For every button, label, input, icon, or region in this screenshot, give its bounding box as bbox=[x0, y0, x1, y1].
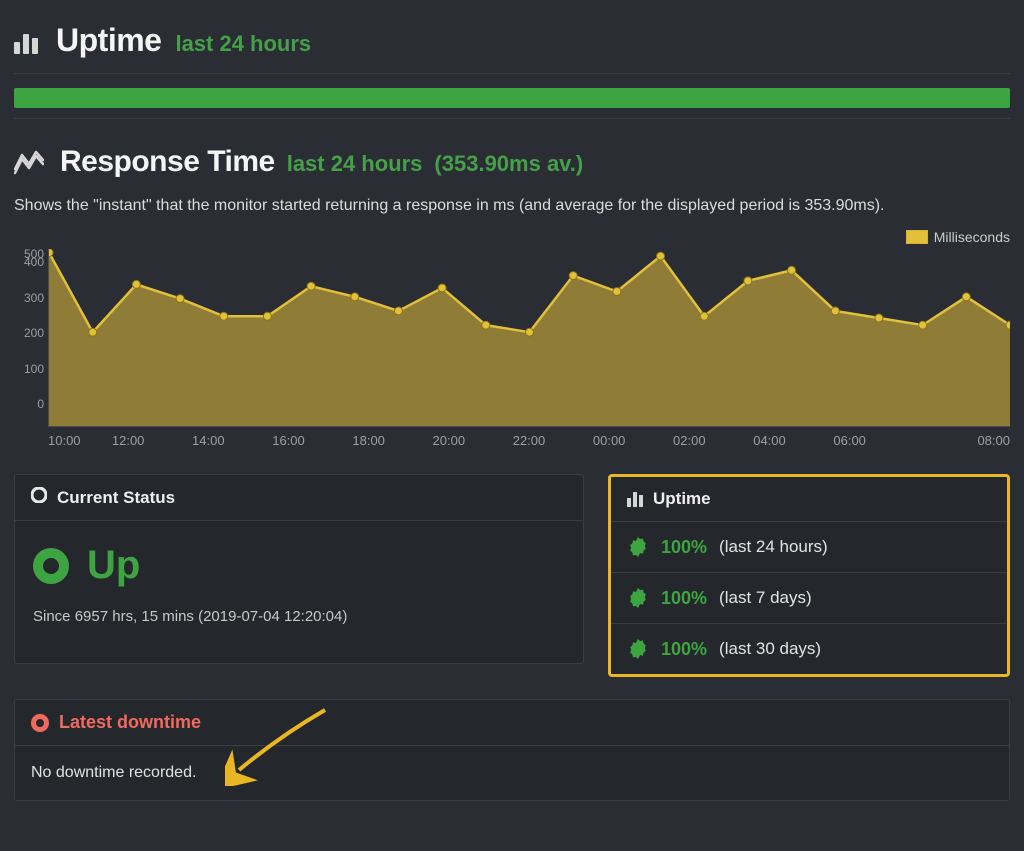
current-status-heading-text: Current Status bbox=[57, 488, 175, 508]
uptime-period: (last 24 hours) bbox=[719, 537, 828, 557]
y-tick: 100 bbox=[14, 364, 48, 400]
x-tick: 14:00 bbox=[168, 433, 248, 448]
uptime-row: 100% (last 24 hours) bbox=[611, 522, 1007, 572]
status-up-text: Up bbox=[87, 543, 140, 588]
uptime-row: 100% (last 30 days) bbox=[611, 623, 1007, 674]
x-tick: 04:00 bbox=[729, 433, 809, 448]
uptime-pct: 100% bbox=[661, 588, 707, 609]
x-tick: 18:00 bbox=[329, 433, 409, 448]
x-tick: 22:00 bbox=[489, 433, 569, 448]
current-status-panel: Current Status Up Since 6957 hrs, 15 min… bbox=[14, 474, 584, 664]
bars-icon bbox=[627, 492, 643, 507]
uptime-24h-bar bbox=[14, 88, 1010, 108]
chart-y-axis: 5004003002001000 bbox=[14, 249, 48, 448]
record-icon bbox=[31, 487, 47, 508]
seal-icon bbox=[627, 536, 649, 558]
x-tick: 00:00 bbox=[569, 433, 649, 448]
x-tick: 20:00 bbox=[409, 433, 489, 448]
divider bbox=[14, 118, 1010, 119]
x-tick: 08:00 bbox=[930, 433, 1010, 448]
record-icon-red bbox=[31, 714, 49, 732]
uptime-panel: Uptime 100% (last 24 hours) 100% (last 7 da… bbox=[608, 474, 1010, 677]
uptime-title: Uptime bbox=[56, 22, 161, 59]
response-subtitle: last 24 hours bbox=[287, 151, 423, 177]
x-tick: 06:00 bbox=[810, 433, 890, 448]
uptime-pct: 100% bbox=[661, 537, 707, 558]
response-chart: 5004003002001000 10:0012:0014:0016:0018:… bbox=[14, 249, 1010, 448]
status-up-icon bbox=[33, 548, 69, 584]
chart-legend: Milliseconds bbox=[14, 229, 1010, 245]
response-average: (353.90ms av.) bbox=[434, 151, 583, 177]
uptime-period: (last 7 days) bbox=[719, 588, 812, 608]
latest-downtime-heading: Latest downtime bbox=[15, 700, 1009, 746]
seal-icon bbox=[627, 587, 649, 609]
y-tick: 400 bbox=[14, 257, 48, 293]
x-tick: 16:00 bbox=[248, 433, 328, 448]
y-tick: 0 bbox=[14, 399, 48, 435]
uptime-pct: 100% bbox=[661, 639, 707, 660]
chart-plot-area bbox=[48, 249, 1010, 427]
uptime-period: (last 30 days) bbox=[719, 639, 821, 659]
uptime-panel-heading-text: Uptime bbox=[653, 489, 711, 509]
y-tick: 300 bbox=[14, 293, 48, 329]
chart-x-axis: 10:0012:0014:0016:0018:0020:0022:0000:00… bbox=[48, 433, 1010, 448]
latest-downtime-panel: Latest downtime No downtime recorded. bbox=[14, 699, 1010, 801]
bars-icon bbox=[14, 34, 42, 54]
uptime-row: 100% (last 7 days) bbox=[611, 572, 1007, 623]
response-section-header: Response Time last 24 hours (353.90ms av… bbox=[14, 145, 1010, 179]
uptime-subtitle: last 24 hours bbox=[175, 31, 311, 57]
legend-swatch bbox=[906, 230, 928, 244]
latest-downtime-heading-text: Latest downtime bbox=[59, 712, 201, 733]
status-since: Since 6957 hrs, 15 mins (2019-07-04 12:2… bbox=[33, 608, 565, 625]
x-tick: 02:00 bbox=[649, 433, 729, 448]
seal-icon bbox=[627, 638, 649, 660]
y-tick: 200 bbox=[14, 328, 48, 364]
x-tick: 12:00 bbox=[88, 433, 168, 448]
legend-label: Milliseconds bbox=[934, 229, 1010, 245]
response-title: Response Time bbox=[60, 145, 275, 179]
trend-icon bbox=[14, 149, 44, 175]
latest-downtime-body: No downtime recorded. bbox=[15, 746, 1009, 800]
uptime-section-header: Uptime last 24 hours bbox=[14, 22, 1010, 74]
current-status-heading: Current Status bbox=[15, 475, 583, 521]
response-description: Shows the "instant" that the monitor sta… bbox=[14, 197, 1010, 215]
uptime-panel-heading: Uptime bbox=[611, 477, 1007, 522]
